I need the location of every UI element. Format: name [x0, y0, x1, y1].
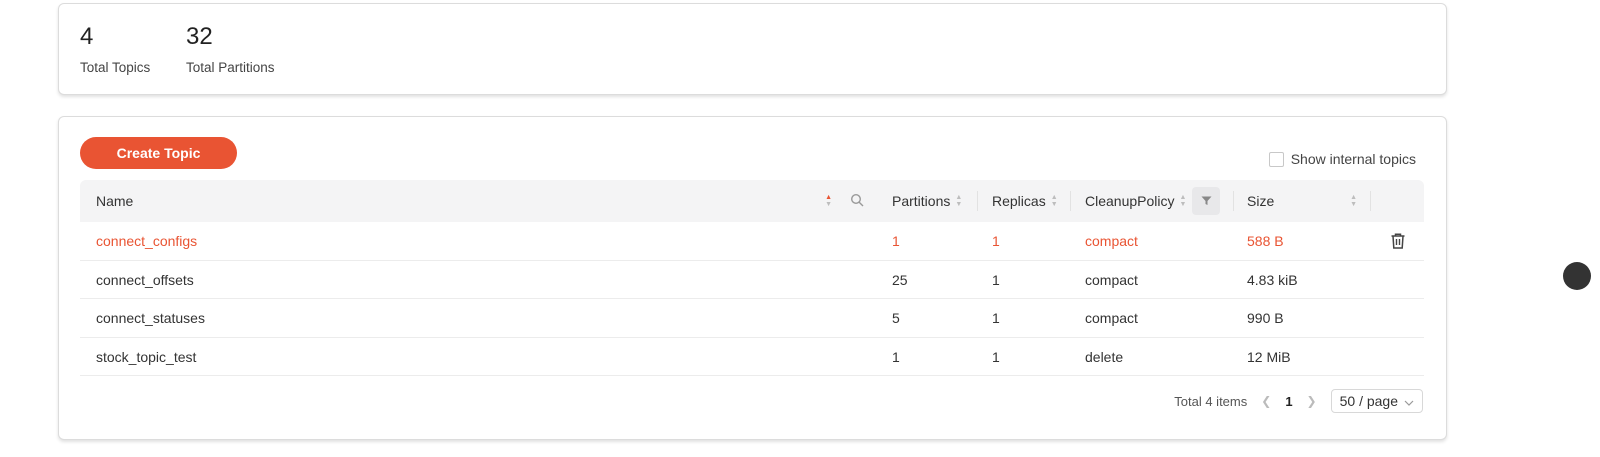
show-internal-checkbox[interactable]: [1268, 151, 1284, 167]
pagination-total: Total 4 items: [1174, 393, 1248, 409]
page-size-value: 50 / page: [1339, 393, 1398, 409]
total-partitions-value: 32: [186, 23, 213, 50]
topic-name[interactable]: connect_configs: [96, 222, 197, 260]
sort-size-icon[interactable]: ▲ ▼: [1350, 194, 1357, 208]
total-partitions-label: Total Partitions: [186, 60, 275, 75]
column-cleanup[interactable]: CleanupPolicy ▲ ▼: [1071, 180, 1234, 222]
total-topics-label: Total Topics: [80, 60, 151, 75]
table-row[interactable]: connect_statuses 5 1 compact 990 B: [80, 299, 1424, 338]
topics-table: Name ▲ ▼ Partitions ▲ ▼ Replicas ▲ ▼ Cleanu…: [80, 180, 1424, 376]
topic-replicas: 1: [992, 233, 1000, 249]
topic-size: 990 B: [1247, 310, 1284, 326]
column-name[interactable]: Name ▲ ▼: [80, 180, 878, 222]
table-header: Name ▲ ▼ Partitions ▲ ▼ Replicas ▲ ▼ Cleanu…: [80, 180, 1424, 222]
topic-replicas: 1: [992, 271, 1000, 288]
table-row[interactable]: connect_offsets 25 1 compact 4.83 kiB: [80, 261, 1424, 299]
table-row[interactable]: stock_topic_test 1 1 delete 12 MiB: [80, 338, 1424, 376]
sort-replicas-icon[interactable]: ▲ ▼: [1051, 194, 1058, 208]
search-icon[interactable]: [850, 193, 864, 210]
topics-card: Create Topic Show internal topics Name ▲…: [58, 116, 1447, 440]
floating-widget[interactable]: [1563, 262, 1591, 290]
create-topic-button[interactable]: Create Topic: [80, 137, 237, 169]
pagination: Total 4 items ❮ 1 ❯ 50 / page: [1174, 389, 1423, 413]
stat-total-partitions: 32 Total Partitions: [186, 22, 275, 75]
chevron-down-icon: [1404, 393, 1414, 409]
column-partitions-label: Partitions: [892, 193, 951, 209]
column-replicas[interactable]: Replicas ▲ ▼: [978, 180, 1071, 222]
topic-replicas: 1: [992, 310, 1000, 326]
topic-partitions: 25: [892, 271, 908, 288]
topic-name[interactable]: connect_statuses: [96, 299, 205, 337]
column-partitions[interactable]: Partitions ▲ ▼: [878, 180, 978, 222]
topic-replicas: 1: [992, 348, 1000, 365]
topic-partitions: 5: [892, 310, 900, 326]
topic-size: 12 MiB: [1247, 348, 1291, 365]
sort-cleanup-icon[interactable]: ▲ ▼: [1180, 194, 1187, 208]
stat-total-topics: 4 Total Topics: [80, 22, 150, 75]
chevron-left-icon[interactable]: ❮: [1261, 394, 1271, 408]
column-size[interactable]: Size ▲ ▼: [1234, 180, 1371, 222]
filter-icon[interactable]: [1192, 187, 1221, 215]
topic-cleanup: delete: [1085, 348, 1124, 365]
page-size-select[interactable]: 50 / page: [1330, 389, 1423, 413]
column-size-label: Size: [1247, 193, 1275, 209]
show-internal-toggle[interactable]: Show internal topics: [1268, 151, 1416, 167]
topic-partitions: 1: [892, 233, 900, 249]
topic-size: 4.83 kiB: [1247, 271, 1298, 288]
table-row[interactable]: connect_configs 1 1 compact 588 B: [80, 222, 1424, 261]
topic-cleanup: compact: [1085, 271, 1138, 288]
topic-cleanup: compact: [1085, 233, 1138, 249]
page-number[interactable]: 1: [1285, 394, 1292, 409]
sort-name-icon[interactable]: ▲ ▼: [825, 194, 832, 208]
topic-cleanup: compact: [1085, 310, 1138, 326]
topic-name[interactable]: stock_topic_test: [96, 338, 196, 376]
show-internal-label: Show internal topics: [1290, 151, 1416, 167]
column-name-label: Name: [96, 193, 134, 209]
topic-name[interactable]: connect_offsets: [96, 261, 194, 299]
column-cleanup-label: CleanupPolicy: [1085, 193, 1175, 209]
total-topics-value: 4: [80, 23, 94, 50]
sort-partitions-icon[interactable]: ▲ ▼: [955, 194, 962, 208]
topic-partitions: 1: [892, 348, 900, 365]
stats-card: 4 Total Topics 32 Total Partitions: [58, 3, 1447, 95]
topic-size: 588 B: [1247, 233, 1284, 249]
column-replicas-label: Replicas: [992, 193, 1046, 209]
trash-icon[interactable]: [1388, 231, 1408, 251]
chevron-right-icon[interactable]: ❯: [1307, 394, 1317, 408]
